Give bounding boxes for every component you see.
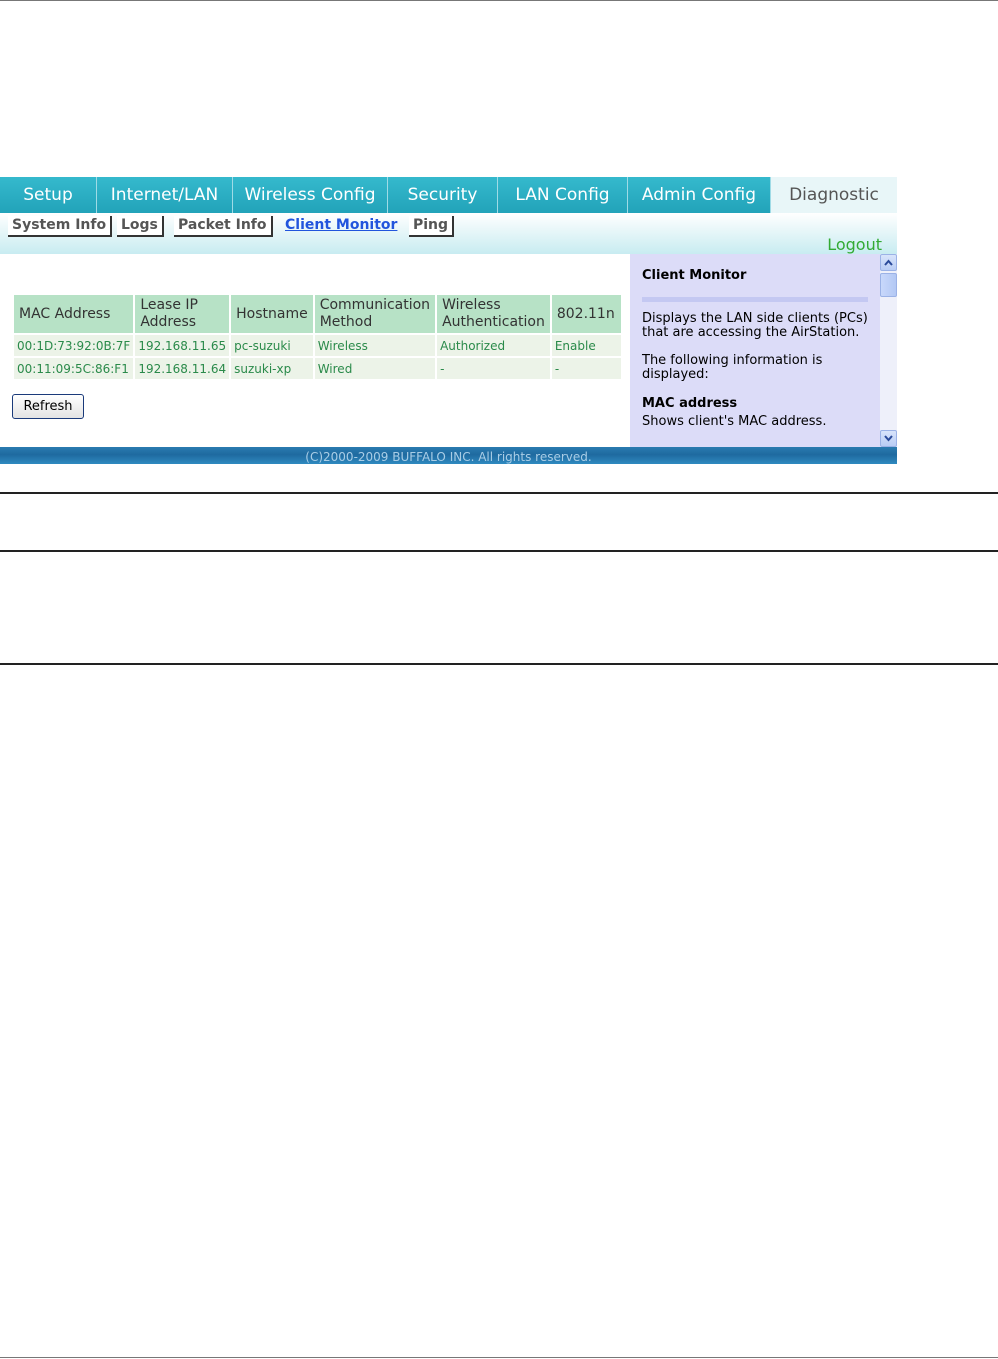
cell-wireless-auth: Authorized [437,335,550,356]
column-header-hostname: Hostname [231,295,313,333]
refresh-button[interactable]: Refresh [12,394,84,419]
scroll-up-button[interactable] [880,254,897,271]
client-table: MAC Address Lease IP Address Hostname Co… [12,293,623,381]
cell-80211n: Enable [551,335,621,356]
table-header-row: MAC Address Lease IP Address Hostname Co… [14,295,621,333]
cell-hostname: pc-suzuki [231,335,313,356]
subtab-packet-info[interactable]: Packet Info [174,216,273,237]
tab-internet-lan[interactable]: Internet/LAN [97,177,233,213]
cell-80211n: - [551,358,621,379]
table-row: 00:1D:73:92:0B:7F 192.168.11.65 pc-suzuk… [14,335,621,356]
cell-lease-ip: 192.168.11.64 [135,358,230,379]
chevron-up-icon [884,259,893,266]
copyright-footer: (C)2000-2009 BUFFALO INC. All rights res… [0,447,897,464]
main-tab-bar: Setup Internet/LAN Wireless Config Secur… [0,177,897,213]
cell-mac: 00:1D:73:92:0B:7F [14,335,134,356]
cell-lease-ip: 192.168.11.65 [135,335,230,356]
tab-wireless-config[interactable]: Wireless Config [233,177,388,213]
tab-security[interactable]: Security [388,177,498,213]
help-scrollbar[interactable] [880,254,897,447]
scroll-thumb[interactable] [880,273,897,297]
separator-rule [0,550,998,552]
column-header-wireless-auth: Wireless Authentication [437,295,550,333]
separator-rule [0,492,998,494]
cell-communication: Wired [314,358,436,379]
client-monitor-content: MAC Address Lease IP Address Hostname Co… [0,254,630,447]
subtab-client-monitor[interactable]: Client Monitor [281,216,401,235]
subtab-logs[interactable]: Logs [117,216,164,237]
subtab-ping[interactable]: Ping [409,216,455,237]
help-subheading: MAC address [642,396,738,411]
logout-link[interactable]: Logout [827,235,882,254]
chevron-down-icon [884,435,893,442]
tab-setup[interactable]: Setup [0,177,97,213]
tab-diagnostic[interactable]: Diagnostic [771,177,897,213]
help-divider [642,297,868,302]
cell-communication: Wireless [314,335,436,356]
help-subtext: Shows client's MAC address. [642,414,827,429]
column-header-80211n: 802.11n [551,295,621,333]
help-panel: Client Monitor Displays the LAN side cli… [630,254,880,447]
help-title: Client Monitor [642,268,747,283]
page-bottom-rule [0,1357,998,1358]
page-top-rule [0,0,998,1]
cell-hostname: suzuki-xp [231,358,313,379]
cell-mac: 00:11:09:5C:86:F1 [14,358,134,379]
subtab-system-info[interactable]: System Info [8,216,113,237]
tab-admin-config[interactable]: Admin Config [628,177,771,213]
help-info-intro: The following information is displayed: [642,353,823,382]
column-header-communication: Communication Method [314,295,436,333]
router-admin-window: Setup Internet/LAN Wireless Config Secur… [0,177,897,464]
cell-wireless-auth: - [437,358,550,379]
sub-navigation: System Info Logs Packet Info Client Moni… [0,213,897,254]
separator-rule [0,663,998,665]
help-description: Displays the LAN side clients (PCs) that… [642,311,868,340]
table-row: 00:11:09:5C:86:F1 192.168.11.64 suzuki-x… [14,358,621,379]
tab-lan-config[interactable]: LAN Config [498,177,628,213]
column-header-mac: MAC Address [14,295,134,333]
scroll-down-button[interactable] [880,430,897,447]
column-header-lease-ip: Lease IP Address [135,295,230,333]
